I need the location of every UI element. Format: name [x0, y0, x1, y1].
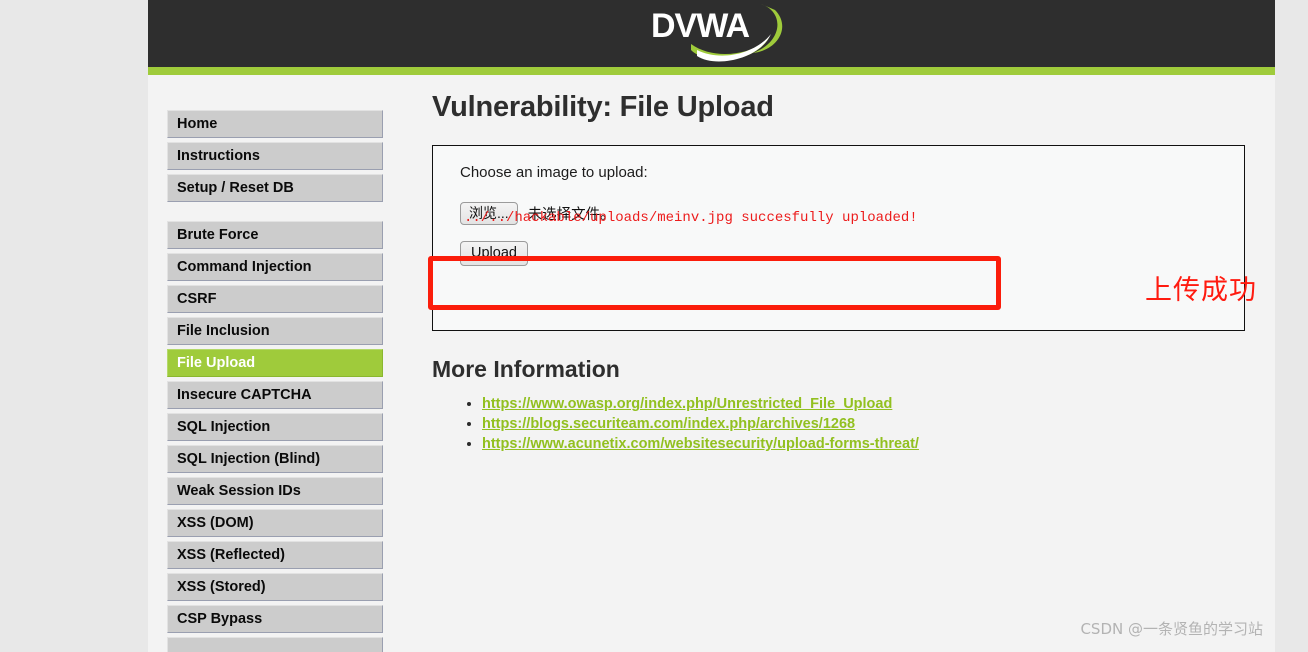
nav-group-0: Home Instructions Setup / Reset DB: [167, 110, 383, 202]
sidebar-item-xss-stored[interactable]: XSS (Stored): [167, 573, 383, 601]
csdn-watermark: CSDN @一条贤鱼的学习站: [1080, 620, 1263, 638]
sidebar-item-setup-reset-db[interactable]: Setup / Reset DB: [167, 174, 383, 202]
main-navigation: Home Instructions Setup / Reset DB Brute Fo…: [167, 110, 383, 652]
sidebar-item-command-injection[interactable]: Command Injection: [167, 253, 383, 281]
sidebar-item-weak-session-ids[interactable]: Weak Session IDs: [167, 477, 383, 505]
choose-image-label: Choose an image to upload:: [460, 164, 648, 181]
dvwa-logo-icon: DVWA: [651, 4, 783, 62]
external-link-0[interactable]: https://www.owasp.org/index.php/Unrestri…: [482, 396, 892, 412]
sidebar-item-insecure-captcha[interactable]: Insecure CAPTCHA: [167, 381, 383, 409]
sidebar-item-csp-bypass[interactable]: CSP Bypass: [167, 605, 383, 633]
sidebar-item-home[interactable]: Home: [167, 110, 383, 138]
site-header: DVWA: [148, 0, 1275, 67]
annotation-callout-text: 上传成功: [1145, 275, 1257, 306]
svg-text:DVWA: DVWA: [651, 7, 749, 45]
file-upload-form: Choose an image to upload: 浏览... 未选择文件。 …: [428, 145, 1256, 331]
sidebar-item-instructions[interactable]: Instructions: [167, 142, 383, 170]
list-item: https://blogs.securiteam.com/index.php/a…: [482, 415, 1258, 433]
sidebar-item-file-upload[interactable]: File Upload: [167, 349, 383, 377]
sidebar-item-item-13[interactable]: [167, 637, 383, 652]
sidebar-item-xss-reflected[interactable]: XSS (Reflected): [167, 541, 383, 569]
header-accent-bar: [148, 67, 1275, 75]
sidebar-item-brute-force[interactable]: Brute Force: [167, 221, 383, 249]
more-information-links: https://www.owasp.org/index.php/Unrestri…: [432, 395, 1258, 453]
main-content: Vulnerability: File Upload Choose an ima…: [428, 91, 1258, 455]
sidebar-item-csrf[interactable]: CSRF: [167, 285, 383, 313]
sidebar-item-sql-injection-blind[interactable]: SQL Injection (Blind): [167, 445, 383, 473]
page-title: Vulnerability: File Upload: [432, 91, 774, 123]
external-link-1[interactable]: https://blogs.securiteam.com/index.php/a…: [482, 416, 855, 432]
more-information-heading: More Information: [432, 356, 620, 382]
upload-success-message: ../../hackable/uploads/meinv.jpg succesf…: [464, 210, 918, 226]
upload-button[interactable]: Upload: [460, 241, 528, 266]
list-item: https://www.owasp.org/index.php/Unrestri…: [482, 395, 1258, 413]
dvwa-page: DVWA Home Instructions Setup / Reset DB Bru…: [148, 0, 1275, 652]
page-body: Home Instructions Setup / Reset DB Brute Fo…: [148, 75, 1275, 652]
list-item: https://www.acunetix.com/websitesecurity…: [482, 435, 1258, 453]
sidebar-item-xss-dom[interactable]: XSS (DOM): [167, 509, 383, 537]
sidebar-item-file-inclusion[interactable]: File Inclusion: [167, 317, 383, 345]
nav-group-1: Brute Force Command Injection CSRF File Inc…: [167, 221, 383, 652]
sidebar-item-sql-injection[interactable]: SQL Injection: [167, 413, 383, 441]
external-link-2[interactable]: https://www.acunetix.com/websitesecurity…: [482, 436, 919, 452]
